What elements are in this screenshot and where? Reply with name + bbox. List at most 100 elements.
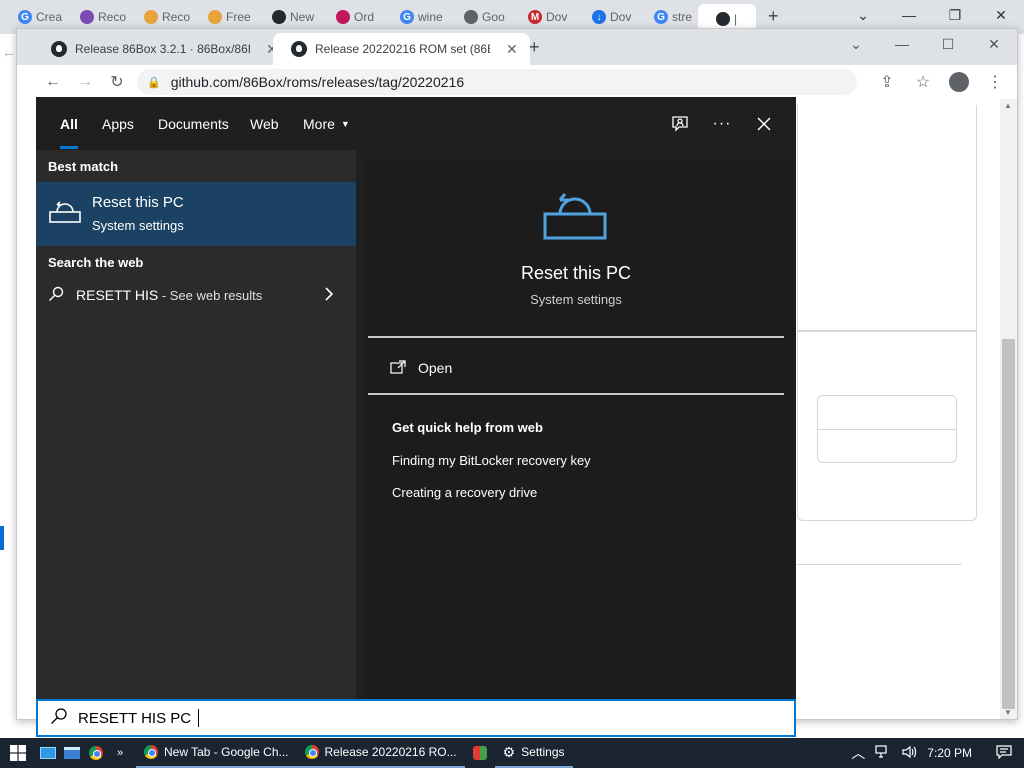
tab-documents[interactable]: Documents: [146, 97, 241, 150]
web-result-item[interactable]: RESETT HIS - See web results: [36, 280, 356, 310]
tab-more[interactable]: More ▼: [291, 97, 362, 150]
scroll-up-icon[interactable]: ▲: [1004, 101, 1012, 110]
web-heading: Search the web: [48, 255, 144, 270]
results-list: Best match Reset this PC System settings…: [36, 150, 356, 699]
more-options-icon[interactable]: ···: [705, 107, 739, 141]
search-input[interactable]: [78, 709, 378, 727]
chevron-down-icon[interactable]: ⌄: [840, 4, 886, 26]
help-link-bitlocker[interactable]: Finding my BitLocker recovery key: [392, 453, 591, 468]
close-icon[interactable]: ✕: [978, 4, 1024, 26]
close-icon[interactable]: ✕: [971, 29, 1017, 59]
tab-apps[interactable]: Apps: [90, 97, 146, 150]
github-icon: [464, 10, 478, 24]
minimize-icon[interactable]: —: [879, 29, 925, 59]
browser-window-controls: ⌄ — ☐ ✕: [833, 29, 1017, 59]
best-match-item[interactable]: Reset this PC System settings: [36, 182, 356, 246]
divider: [368, 393, 784, 395]
forward-arrow-icon[interactable]: →: [69, 68, 101, 96]
close-tab-icon[interactable]: ✕: [506, 41, 518, 58]
scroll-down-icon[interactable]: ▼: [1004, 708, 1012, 717]
preview-subtitle: System settings: [530, 292, 622, 307]
explorer-icon[interactable]: [60, 738, 84, 768]
github-icon: [291, 41, 307, 57]
taskbar-item-release[interactable]: Release 20220216 RO...: [296, 738, 465, 768]
outer-page-strip: ←: [0, 34, 16, 720]
outer-tab[interactable]: Reco: [62, 4, 126, 30]
browser-tab-active[interactable]: Release 20220216 ROM set (86Bo ✕: [273, 33, 530, 65]
back-arrow-icon[interactable]: ←: [37, 68, 69, 96]
outer-tab[interactable]: G Crea: [0, 4, 64, 30]
search-filter-bar: All Apps Documents Web More ▼ ···: [36, 97, 796, 150]
profile-avatar[interactable]: [949, 72, 969, 92]
mcafee-icon: M: [528, 10, 542, 24]
reset-pc-icon: [48, 194, 82, 231]
chevron-up-icon[interactable]: ︿: [851, 743, 865, 763]
open-action[interactable]: Open: [390, 356, 452, 380]
app-grid-icon: [472, 746, 487, 760]
release-card: [797, 105, 977, 331]
open-label: Open: [418, 360, 453, 376]
clock-time[interactable]: 7:20 PM: [927, 746, 972, 760]
tab-all[interactable]: All: [48, 97, 90, 150]
menu-dots-icon[interactable]: ⋮: [979, 68, 1011, 96]
outer-tab[interactable]: Gstre: [636, 4, 700, 30]
share-icon[interactable]: ⇪: [871, 68, 903, 96]
google-icon: G: [18, 10, 32, 24]
reload-icon[interactable]: ↻: [101, 68, 133, 96]
chevron-down-icon[interactable]: ⌄: [833, 29, 879, 59]
browser-tab[interactable]: Release 86Box 3.2.1 · 86Box/86Bo ✕: [33, 33, 290, 65]
outer-tab[interactable]: Goo: [446, 4, 510, 30]
download-icon: ↓: [592, 10, 606, 24]
outer-tab[interactable]: ↓ Dov: [574, 4, 638, 30]
outer-tab[interactable]: Reco: [126, 4, 190, 30]
windows-search-panel: All Apps Documents Web More ▼ ··· Best ma…: [36, 97, 796, 699]
overflow-chevron-icon[interactable]: »: [108, 738, 132, 768]
outer-window-controls: ⌄ — ❐ ✕: [840, 4, 1024, 26]
taskbar-item-app[interactable]: [465, 738, 495, 768]
lock-icon: 🔒: [147, 76, 161, 89]
settings-icon: [336, 10, 350, 24]
minimize-icon[interactable]: —: [886, 4, 932, 26]
address-bar[interactable]: 🔒 github.com/86Box/roms/releases/tag/202…: [137, 69, 857, 95]
scrollbar-thumb[interactable]: [1002, 339, 1015, 709]
maximize-icon[interactable]: ☐: [925, 29, 971, 59]
star-icon[interactable]: ☆: [907, 68, 939, 96]
quick-help-heading: Get quick help from web: [392, 420, 543, 435]
search-icon: [50, 707, 68, 730]
chrome-icon[interactable]: [84, 738, 108, 768]
restore-icon[interactable]: ❐: [932, 4, 978, 26]
desktop-icon[interactable]: [36, 738, 60, 768]
divider: [797, 564, 962, 565]
feedback-icon[interactable]: [663, 107, 697, 141]
chevron-right-icon[interactable]: [324, 286, 334, 307]
outer-tab[interactable]: Ord: [318, 4, 382, 30]
text-caret: [198, 709, 199, 727]
taskbar-item-newtab[interactable]: New Tab - Google Ch...: [136, 738, 297, 768]
notifications-icon[interactable]: [996, 744, 1012, 762]
outer-new-tab-icon[interactable]: +: [768, 6, 779, 27]
taskbar: » New Tab - Google Ch... Release 2022021…: [0, 738, 1024, 768]
address-url: github.com/86Box/roms/releases/tag/20220…: [170, 74, 465, 90]
taskbar-item-settings[interactable]: ⚙ Settings: [494, 738, 573, 768]
chrome-icon: [144, 745, 158, 759]
active-marker: [0, 526, 4, 550]
page-scrollbar[interactable]: ▲ ▼: [1000, 99, 1017, 719]
windows-start-icon[interactable]: [0, 738, 36, 768]
volume-icon[interactable]: [901, 745, 917, 762]
outer-tab[interactable]: M Dov: [510, 4, 574, 30]
outer-tab[interactable]: Gwine: [382, 4, 446, 30]
gear-icon: ⚙: [502, 743, 516, 760]
outer-tab[interactable]: Free: [190, 4, 254, 30]
new-tab-icon[interactable]: +: [529, 37, 540, 58]
github-icon: [716, 12, 730, 26]
back-arrow-icon[interactable]: ←: [2, 44, 16, 60]
tab-web[interactable]: Web: [238, 97, 291, 150]
best-match-subtitle: System settings: [92, 218, 184, 233]
network-icon[interactable]: [875, 744, 891, 762]
outer-tab[interactable]: New: [254, 4, 318, 30]
github-icon: [272, 10, 286, 24]
help-link-recovery-drive[interactable]: Creating a recovery drive: [392, 485, 537, 500]
browser-tab-title: Release 20220216 ROM set (86Bo: [315, 42, 490, 56]
search-box[interactable]: [36, 699, 796, 737]
close-icon[interactable]: [747, 107, 781, 141]
